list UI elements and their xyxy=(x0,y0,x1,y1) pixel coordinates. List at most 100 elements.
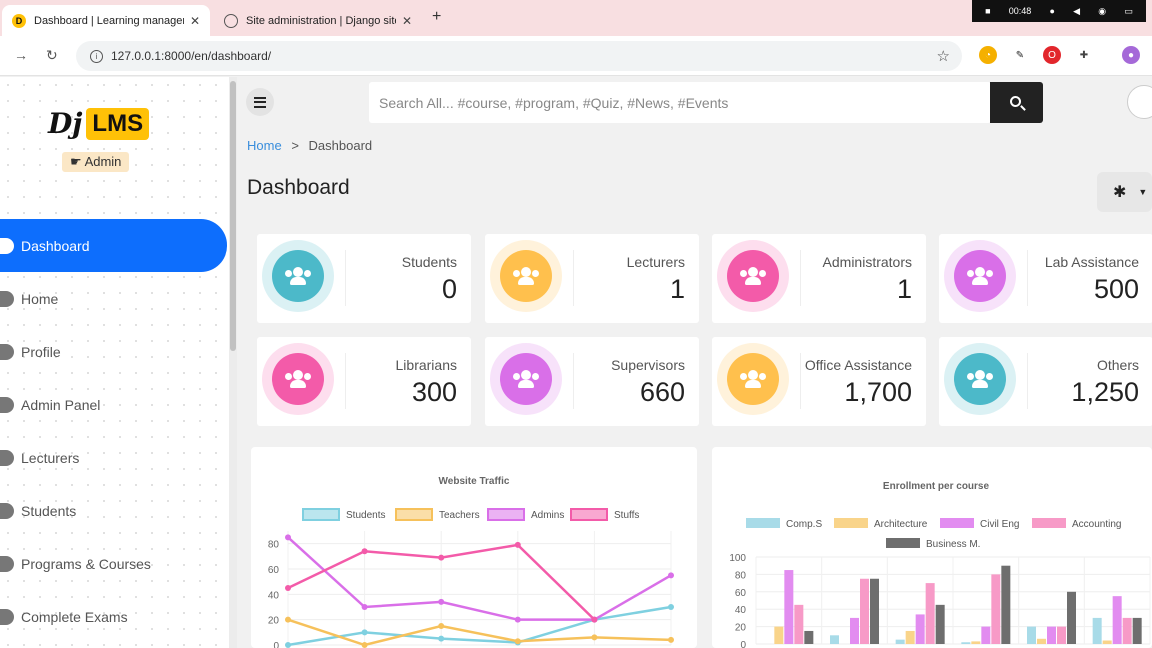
stat-value: 1,250 xyxy=(1071,377,1139,407)
data-point xyxy=(285,534,291,541)
bar xyxy=(1047,626,1056,644)
gear-icon: ✱ xyxy=(1113,184,1127,201)
sidebar-item-complete-exams[interactable]: Complete Exams xyxy=(0,590,230,643)
avatar[interactable] xyxy=(1127,85,1152,119)
data-point xyxy=(514,616,521,623)
bar xyxy=(1102,640,1112,644)
tab-title: Site administration | Django site xyxy=(246,14,396,27)
system-tray: ■ 00:48 ● ◀ ◉ ▭ xyxy=(972,0,1146,22)
extension-gauge-icon[interactable]: ◔ xyxy=(979,46,997,64)
reload-icon[interactable]: ↻ xyxy=(46,47,58,64)
dashboard-icon xyxy=(0,237,14,254)
search-icon xyxy=(1010,96,1021,107)
bar xyxy=(1122,617,1132,644)
stat-value: 1 xyxy=(896,274,912,304)
chart-title: Website Traffic xyxy=(439,476,510,487)
search-input[interactable]: Search All... #course, #program, #Quiz, … xyxy=(369,82,991,123)
sidebar-scrollbar[interactable] xyxy=(229,77,237,648)
stat-card: Administrators 1 xyxy=(712,234,926,323)
menu-toggle-button[interactable] xyxy=(246,88,274,116)
y-tick-label: 0 xyxy=(740,640,746,648)
breadcrumb: Home > Dashboard xyxy=(247,138,372,153)
breadcrumb-current: Dashboard xyxy=(308,138,373,153)
users-icon xyxy=(500,353,552,405)
bar xyxy=(860,578,869,644)
url-field[interactable]: i 127.0.0.1:8000/en/dashboard/ ☆ xyxy=(76,41,962,71)
stat-icon-ring xyxy=(717,240,789,312)
stat-value: 300 xyxy=(411,377,457,407)
volume-icon: ◀ xyxy=(1073,5,1081,16)
sidebar-item-label: Complete Exams xyxy=(21,608,128,625)
globe-icon xyxy=(224,13,238,28)
profile-icon[interactable]: ● xyxy=(1122,46,1140,64)
extension-pen-icon[interactable]: ✎ xyxy=(1011,46,1029,64)
sidebar-item-label: Dashboard xyxy=(21,237,90,254)
legend-swatch xyxy=(834,518,868,528)
sidebar: Dj LMS ☛ Admin Dashboard Home Profile Ad… xyxy=(0,77,230,648)
stat-icon-ring xyxy=(490,343,562,415)
breadcrumb-separator: > xyxy=(291,138,299,153)
bar xyxy=(915,614,925,644)
sidebar-item-label: Students xyxy=(21,502,77,519)
sidebar-item-home[interactable]: Home xyxy=(0,272,230,325)
legend-swatch xyxy=(570,508,608,521)
sidebar-item-dashboard[interactable]: Dashboard xyxy=(0,219,227,272)
info-icon[interactable]: i xyxy=(90,49,103,63)
extensions-puzzle-icon[interactable]: ✚ xyxy=(1075,46,1093,64)
bookmark-star-icon[interactable]: ☆ xyxy=(937,47,950,65)
stat-card: Office Assistance 1,700 xyxy=(712,337,926,426)
sidebar-item-admin-panel[interactable]: Admin Panel xyxy=(0,378,230,431)
settings-dropdown-button[interactable]: ✱ ▼ xyxy=(1097,172,1152,212)
bar xyxy=(981,626,991,644)
stat-card: Others 1,250 xyxy=(939,337,1152,426)
stat-icon-ring xyxy=(262,240,334,312)
y-tick-label: 80 xyxy=(268,540,280,551)
legend-swatch xyxy=(940,518,974,528)
sidebar-item-lecturers[interactable]: Lecturers xyxy=(0,431,230,484)
stat-value: 0 xyxy=(441,274,457,304)
stat-card: Librarians 300 xyxy=(257,337,471,426)
search-placeholder: Search All... #course, #program, #Quiz, … xyxy=(379,94,729,111)
bar xyxy=(905,630,915,644)
legend-label: Students xyxy=(346,510,385,521)
scrollbar-thumb[interactable] xyxy=(230,81,236,351)
extension-opera-icon[interactable]: O xyxy=(1043,46,1061,64)
data-point xyxy=(285,585,291,591)
stat-label: Lab Assistance xyxy=(1044,254,1139,270)
tab-title: Dashboard | Learning managem xyxy=(34,14,184,27)
close-icon[interactable]: ✕ xyxy=(402,14,412,28)
stat-value: 660 xyxy=(639,377,685,407)
page-title: Dashboard xyxy=(247,176,350,199)
divider xyxy=(1027,250,1028,306)
data-point xyxy=(514,638,521,645)
bar xyxy=(1001,565,1011,644)
bar xyxy=(804,630,814,644)
data-point xyxy=(438,635,445,642)
url-text: 127.0.0.1:8000/en/dashboard/ xyxy=(111,49,272,63)
search-button[interactable] xyxy=(990,82,1043,123)
legend-swatch xyxy=(487,508,525,521)
stat-icon-ring xyxy=(262,343,334,415)
bar xyxy=(971,641,981,644)
admin-icon xyxy=(0,396,14,413)
book-icon xyxy=(0,555,14,572)
breadcrumb-home-link[interactable]: Home xyxy=(247,138,282,153)
sidebar-item-programs[interactable]: Programs & Courses xyxy=(0,537,230,590)
data-point xyxy=(361,629,368,636)
close-icon[interactable]: ✕ xyxy=(190,14,200,28)
y-tick-label: 40 xyxy=(268,590,280,601)
y-tick-label: 60 xyxy=(735,588,747,599)
tab-dashboard[interactable]: D Dashboard | Learning managem ✕ xyxy=(2,5,210,36)
stat-label: Lecturers xyxy=(626,254,685,270)
data-point xyxy=(591,634,598,641)
bar xyxy=(794,604,804,644)
y-tick-label: 40 xyxy=(735,605,747,616)
y-tick-label: 60 xyxy=(268,565,280,576)
sidebar-item-students[interactable]: Students xyxy=(0,484,230,537)
tab-site-admin[interactable]: Site administration | Django site ✕ xyxy=(214,5,422,36)
forward-icon[interactable]: → xyxy=(14,47,28,63)
data-point xyxy=(438,598,445,605)
app-logo[interactable]: Dj LMS xyxy=(48,107,150,140)
sidebar-item-profile[interactable]: Profile xyxy=(0,325,230,378)
new-tab-button[interactable]: + xyxy=(432,8,441,26)
